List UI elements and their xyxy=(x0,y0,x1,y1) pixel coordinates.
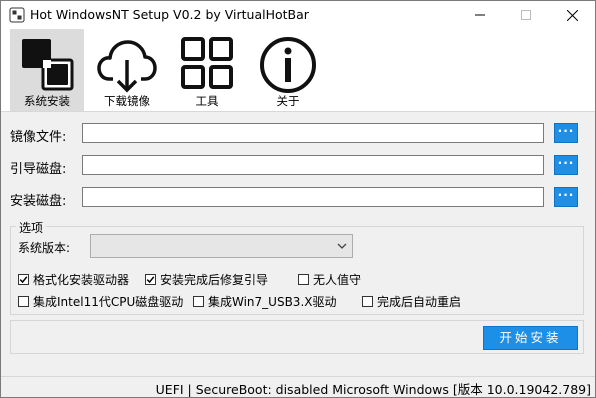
tab-system-install[interactable]: 系统安装 xyxy=(10,29,84,111)
checkbox-box[interactable] xyxy=(145,274,156,285)
app-window: Hot WindowsNT Setup V0.2 by VirtualHotBa… xyxy=(0,0,596,398)
checkbox-label: 安装完成后修复引导 xyxy=(160,273,269,287)
tab-download-image[interactable]: 下载镜像 xyxy=(92,29,162,111)
checkbox-repair-boot[interactable]: 安装完成后修复引导 xyxy=(145,271,268,288)
toolbar-divider xyxy=(1,111,595,112)
maximize-button[interactable] xyxy=(503,1,549,29)
status-text: UEFI | SecureBoot: disabled Microsoft Wi… xyxy=(155,382,591,397)
image-file-label: 镜像文件: xyxy=(10,130,67,145)
tab-about[interactable]: 关于 xyxy=(253,29,323,111)
cloud-download-icon xyxy=(97,40,157,93)
options-group-title: 选项 xyxy=(16,219,47,236)
checkbox-format-drive[interactable]: 格式化安装驱动器 xyxy=(18,271,129,288)
install-disk-input[interactable] xyxy=(82,187,544,207)
browse-install-disk-button[interactable]: ··· xyxy=(554,187,578,207)
main-toolbar: 系统安装 下载镜像 工具 关于 xyxy=(1,29,595,111)
checkbox-box[interactable] xyxy=(18,296,29,307)
close-icon xyxy=(566,9,578,21)
window-title: Hot WindowsNT Setup V0.2 by VirtualHotBa… xyxy=(30,7,309,22)
minimize-button[interactable] xyxy=(457,1,503,29)
checkbox-box[interactable] xyxy=(362,296,373,307)
image-file-input[interactable] xyxy=(82,123,544,143)
browse-image-button[interactable]: ··· xyxy=(554,123,578,143)
install-blocks-icon xyxy=(22,39,74,91)
install-disk-label: 安装磁盘: xyxy=(10,194,67,209)
checkbox-win7-usb3[interactable]: 集成Win7_USB3.X驱动 xyxy=(193,293,336,310)
info-icon xyxy=(260,37,316,93)
system-version-select[interactable] xyxy=(90,234,353,258)
tab-tools[interactable]: 工具 xyxy=(172,29,242,111)
checkbox-label: 完成后自动重启 xyxy=(377,295,462,309)
checkbox-unattended[interactable]: 无人值守 xyxy=(298,271,361,288)
tab-label: 工具 xyxy=(195,94,219,108)
browse-boot-disk-button[interactable]: ··· xyxy=(554,155,578,175)
tab-label: 下载镜像 xyxy=(104,94,150,108)
start-install-button[interactable]: 开始安装 xyxy=(483,326,578,350)
close-button[interactable] xyxy=(549,1,595,29)
checkbox-label: 格式化安装驱动器 xyxy=(33,273,130,287)
checkbox-label: 集成Win7_USB3.X驱动 xyxy=(208,295,337,309)
title-bar[interactable]: Hot WindowsNT Setup V0.2 by VirtualHotBa… xyxy=(1,1,595,29)
checkmark-icon xyxy=(146,276,155,284)
tab-label: 系统安装 xyxy=(24,94,70,108)
tools-grid-icon xyxy=(181,37,233,89)
checkmark-icon xyxy=(19,276,28,284)
checkbox-auto-restart[interactable]: 完成后自动重启 xyxy=(362,293,461,310)
checkbox-label: 集成Intel11代CPU磁盘驱动 xyxy=(33,295,184,309)
maximize-icon xyxy=(521,10,531,20)
checkbox-box[interactable] xyxy=(298,274,309,285)
checkbox-intel-driver[interactable]: 集成Intel11代CPU磁盘驱动 xyxy=(18,293,183,310)
minimize-icon xyxy=(475,14,485,16)
app-logo-icon xyxy=(9,7,25,23)
checkbox-box[interactable] xyxy=(193,296,204,307)
system-version-label: 系统版本: xyxy=(18,241,71,255)
checkbox-label: 无人值守 xyxy=(313,273,362,287)
chevron-down-icon xyxy=(336,240,348,255)
status-bar: UEFI | SecureBoot: disabled Microsoft Wi… xyxy=(1,377,595,397)
checkbox-box[interactable] xyxy=(18,274,29,285)
boot-disk-input[interactable] xyxy=(82,155,544,175)
tab-label: 关于 xyxy=(276,94,300,108)
boot-disk-label: 引导磁盘: xyxy=(10,162,67,177)
